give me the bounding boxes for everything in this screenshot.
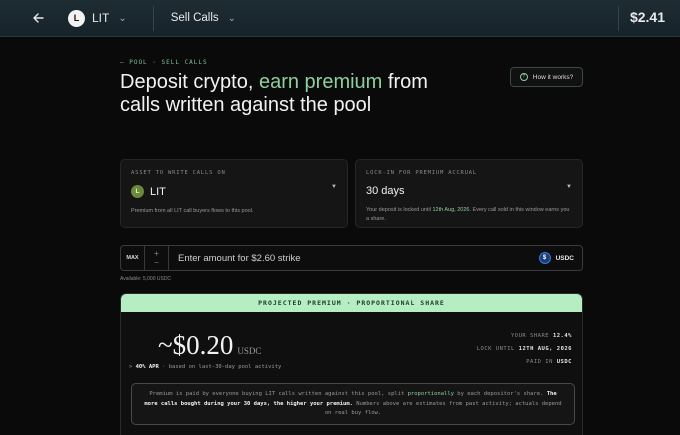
premium-unit: USDC bbox=[237, 346, 262, 356]
note-c: Numbers above are estimates from past ac… bbox=[324, 400, 562, 417]
token-price: $2.41 bbox=[629, 9, 665, 25]
title-accent: earn premium bbox=[258, 71, 383, 93]
lock-date: 12th Aug, 2026 bbox=[432, 207, 470, 213]
lock-card-label: LOCK-IN FOR PREMIUM ACCRUAL bbox=[366, 170, 478, 176]
premium-note: Premium is paid by everyone buying LIT c… bbox=[131, 383, 575, 425]
asset-card-label: ASSET TO WRITE CALLS ON bbox=[131, 170, 226, 176]
eyebrow: — POOL · SELL CALLS bbox=[120, 59, 208, 66]
paid-in-label: PAID IN bbox=[526, 359, 553, 365]
page-title: Deposit crypto, earn premium from calls … bbox=[120, 71, 450, 117]
lock-dropdown[interactable]: 30 days bbox=[366, 185, 572, 197]
lit-coin-icon: L bbox=[131, 185, 144, 198]
paid-in-value: USDC bbox=[556, 359, 572, 365]
asset-card[interactable]: ASSET TO WRITE CALLS ON L LIT ▼ Premium … bbox=[120, 159, 348, 228]
premium-value: ~$0.20 bbox=[158, 330, 234, 360]
divider bbox=[152, 5, 154, 31]
premium-amount: ~$0.20 USDC bbox=[158, 330, 261, 361]
usdc-icon: $ bbox=[538, 252, 551, 264]
amount-field: MAX + − $ USDC bbox=[120, 245, 583, 271]
arrow-left-icon bbox=[33, 13, 44, 23]
max-button[interactable]: MAX bbox=[121, 246, 145, 270]
premium-facts: YOUR SHARE 12.4% LOCK UNTIL 12TH AUG, 20… bbox=[477, 330, 572, 369]
amount-stepper: + − bbox=[145, 246, 169, 270]
available-balance: Available: 5,000 USDC bbox=[120, 276, 172, 282]
note-a: Premium is paid by everyone buying LIT c… bbox=[149, 391, 408, 397]
asset-dropdown[interactable]: L LIT bbox=[131, 185, 337, 198]
asset-selector[interactable]: L LIT ⌄ bbox=[68, 0, 127, 37]
divider bbox=[618, 6, 619, 31]
how-it-works-button[interactable]: ? How it works? bbox=[510, 67, 583, 87]
lock-until-label: LOCK UNTIL bbox=[476, 346, 515, 352]
decrement-button[interactable]: − bbox=[154, 258, 159, 267]
lock-card[interactable]: LOCK-IN FOR PREMIUM ACCRUAL 30 days ▼ Yo… bbox=[355, 159, 583, 228]
apr-prefix: > bbox=[129, 364, 136, 370]
caret-down-icon: ▼ bbox=[566, 184, 572, 190]
lock-until-value: 12TH AUG, 2026 bbox=[518, 346, 572, 352]
increment-button[interactable]: + bbox=[154, 249, 159, 258]
title-pre: Deposit crypto, bbox=[120, 71, 259, 93]
top-bar: L LIT ⌄ Sell Calls ⌄ $2.41 bbox=[0, 0, 680, 37]
share-value: 12.4% bbox=[552, 333, 572, 339]
currency-label: USDC bbox=[555, 254, 574, 262]
page-selector[interactable]: Sell Calls ⌄ bbox=[171, 12, 236, 24]
page-selector-label: Sell Calls bbox=[170, 12, 219, 24]
question-icon: ? bbox=[519, 73, 528, 81]
apr-line: > 40% APR · based on last-30-day pool ac… bbox=[129, 364, 281, 370]
chevron-down-icon: ⌄ bbox=[118, 12, 127, 24]
projected-header: PROJECTED PREMIUM · PROPORTIONAL SHARE bbox=[121, 294, 582, 312]
note-b: by each depositor's share. bbox=[453, 391, 547, 397]
projected-premium-panel: PROJECTED PREMIUM · PROPORTIONAL SHARE ~… bbox=[120, 293, 583, 435]
chevron-down-icon: ⌄ bbox=[227, 12, 237, 24]
asset-label: LIT bbox=[92, 11, 110, 25]
back-button[interactable] bbox=[18, 0, 58, 37]
lit-coin-icon: L bbox=[68, 9, 85, 27]
caret-down-icon: ▼ bbox=[331, 184, 337, 190]
amount-input[interactable] bbox=[169, 252, 539, 264]
apr-value: 40% APR bbox=[135, 364, 159, 370]
apr-basis: · based on last-30-day pool activity bbox=[158, 364, 282, 370]
asset-value: LIT bbox=[150, 185, 166, 198]
lock-help-pre: Your deposit is locked until bbox=[366, 207, 433, 213]
lock-help: Your deposit is locked until 12th Aug, 2… bbox=[366, 206, 572, 224]
note-highlight: proportionally bbox=[407, 391, 454, 397]
currency-badge: $ USDC bbox=[538, 252, 574, 264]
asset-help: Premium from all LIT call buyers flows t… bbox=[131, 208, 254, 214]
lock-value: 30 days bbox=[366, 185, 405, 197]
how-it-works-label: How it works? bbox=[532, 73, 574, 81]
share-label: YOUR SHARE bbox=[511, 333, 550, 339]
